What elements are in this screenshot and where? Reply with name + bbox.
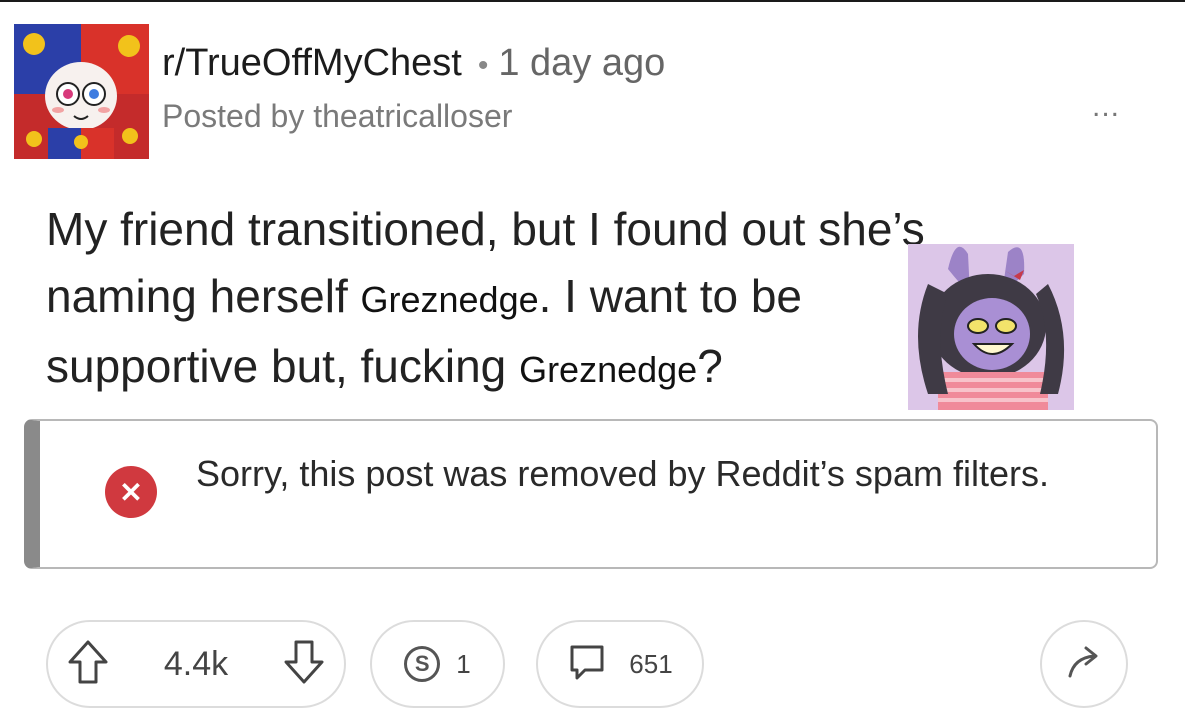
bunny-character-image <box>908 244 1074 410</box>
downvote-icon[interactable] <box>282 638 326 691</box>
removed-notice: ✕ Sorry, this post was removed by Reddit… <box>24 419 1158 569</box>
title-line-2-prefix: naming herself <box>46 270 348 322</box>
comments-button[interactable]: 651 <box>536 620 704 708</box>
post-meta-line: r/TrueOffMyChest • 1 day ago <box>162 42 665 85</box>
post-actions-bar: 4.4k S 1 651 <box>0 620 1185 710</box>
vote-pill: 4.4k <box>46 620 346 708</box>
share-arrow-icon <box>1064 644 1104 685</box>
name-overlay-1: Greznedge <box>360 279 539 320</box>
award-button[interactable]: S 1 <box>370 620 505 708</box>
comment-icon <box>567 642 607 687</box>
award-icon: S <box>404 646 441 682</box>
more-options-icon[interactable]: ... <box>1092 90 1120 124</box>
name-overlay-2: Greznedge <box>519 349 698 390</box>
subreddit-avatar[interactable] <box>14 24 149 159</box>
share-button[interactable] <box>1040 620 1128 708</box>
meta-separator: • <box>477 49 489 82</box>
title-line-3-suffix: ? <box>697 340 723 392</box>
error-x-icon: ✕ <box>105 466 157 518</box>
title-line-2-suffix: . I want to be <box>538 270 803 322</box>
comment-count: 651 <box>629 648 673 679</box>
subreddit-name[interactable]: r/TrueOffMyChest <box>162 42 462 84</box>
removed-notice-text: Sorry, this post was removed by Reddit’s… <box>196 453 1049 494</box>
title-line-3-prefix: supportive but, fucking <box>46 340 507 392</box>
vote-count: 4.4k <box>163 644 229 683</box>
jester-avatar-image <box>14 24 149 159</box>
award-count: 1 <box>456 648 471 679</box>
upvote-icon[interactable] <box>66 638 110 691</box>
post-time: 1 day ago <box>498 42 666 84</box>
character-sticker <box>908 244 1074 410</box>
posted-by[interactable]: Posted by theatricalloser <box>162 98 512 135</box>
title-line-1: My friend transitioned, but I found out … <box>46 203 925 255</box>
top-divider <box>0 0 1185 2</box>
